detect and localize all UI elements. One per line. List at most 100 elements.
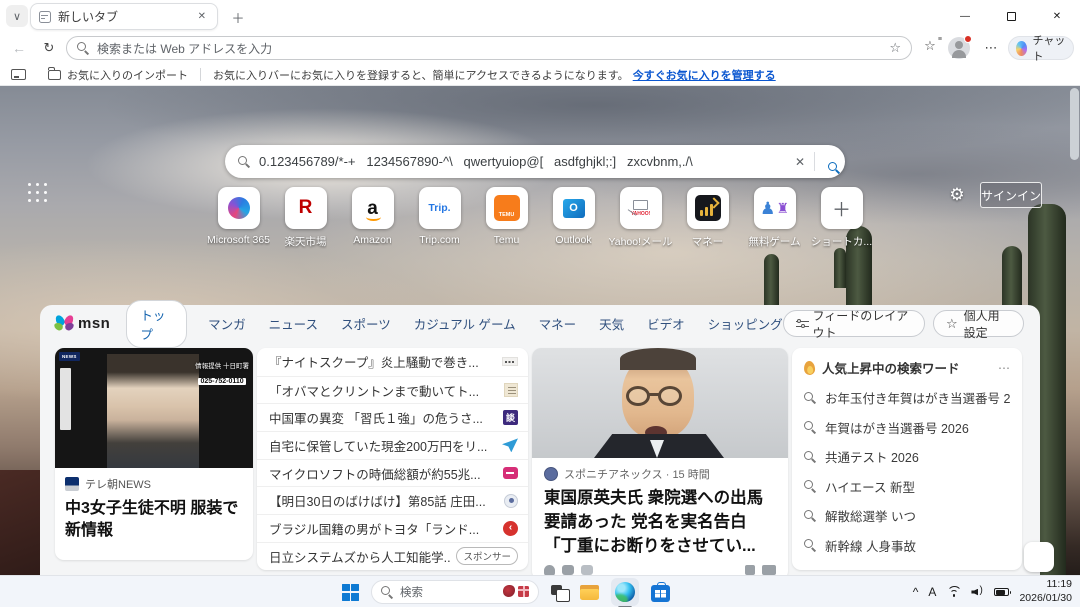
tab-close-button[interactable]: ✕ (195, 9, 209, 24)
copilot-chat-button[interactable]: チャット (1008, 36, 1074, 60)
list-item[interactable]: 自宅に保管していた現金200万円をリ... (257, 431, 528, 459)
trending-item[interactable]: 解散総選挙 いつ (792, 501, 1022, 531)
share-icon[interactable] (762, 565, 776, 575)
list-item[interactable]: 【明日30日のばけばけ】第85話 庄田... (257, 486, 528, 514)
tab-top[interactable]: トップ (126, 300, 187, 348)
volume-icon[interactable] (971, 587, 984, 598)
microsoft-store-button[interactable] (651, 585, 670, 602)
taskbar-search-box[interactable]: 検索 (371, 580, 539, 604)
chevron-down-icon: ∨ (13, 10, 21, 23)
news-card-center[interactable]: スポニチアネックス · 15 時間 東国原英夫氏 衆院選への出馬要請あった 党名… (532, 348, 788, 575)
add-favorite-icon[interactable]: ☆ (889, 40, 901, 56)
list-item[interactable]: ブラジル国籍の男がトヨタ「ランド... ‹ (257, 514, 528, 542)
search-icon (77, 42, 89, 54)
feed-layout-label: フィードのレイアウト (812, 307, 911, 341)
page-corner-button[interactable] (1024, 542, 1054, 572)
page-layout-grid-button[interactable] (28, 183, 48, 203)
file-explorer-button[interactable] (580, 585, 599, 600)
scrollbar-thumb[interactable] (1070, 88, 1079, 160)
trending-item[interactable]: 年賀はがき当選番号 2026 (792, 413, 1022, 443)
headline[interactable]: 中3女子生徒不明 服装で新情報 (55, 496, 253, 545)
tab-manga[interactable]: マンガ (208, 314, 246, 333)
web-search-box[interactable]: 0.123456789/*-+ 1234567890-^\ qwertyuiop… (225, 145, 845, 178)
tab-actions-menu-button[interactable]: ∨ (6, 5, 28, 27)
clear-search-button[interactable]: ✕ (786, 155, 814, 169)
favorites-bar: お気に入りのインポート お気に入りバーにお気に入りを登録すると、簡単にアクセスで… (0, 64, 1080, 86)
tab-news[interactable]: ニュース (269, 314, 318, 333)
photo-caption-box (60, 368, 71, 430)
clock-date: 2026/01/30 (1019, 592, 1072, 606)
headline[interactable]: 東国原英夫氏 衆院選への出馬要請あった 党名を実名告白「丁重にお断りをさせてい.… (532, 485, 788, 561)
profile-avatar-button[interactable] (948, 37, 970, 59)
tab-shopping[interactable]: ショッピング (708, 314, 783, 333)
taskbar-clock[interactable]: 11:19 2026/01/30 (1019, 578, 1072, 605)
trending-item[interactable]: 新幹線 人身事故 (792, 531, 1022, 561)
quick-link-outlook[interactable]: O Outlook (540, 187, 607, 249)
page-settings-button[interactable]: ⚙ (944, 182, 970, 208)
edge-browser-button[interactable] (611, 578, 639, 606)
address-bar[interactable]: 検索または Web アドレスを入力 ☆ (66, 36, 912, 60)
copilot-icon (1016, 41, 1027, 56)
maximize-button[interactable] (988, 0, 1034, 32)
import-favorites-button[interactable]: お気に入りのインポート (48, 67, 188, 83)
refresh-button[interactable]: ↻ (38, 37, 60, 59)
maximize-icon (1007, 12, 1016, 21)
tab-casual-games[interactable]: カジュアル ゲーム (414, 314, 516, 333)
quick-link-label: Amazon (353, 234, 392, 246)
quick-link-temu[interactable]: TEMU Temu (473, 187, 540, 249)
trending-searches-card: 人気上昇中の検索ワード ⋯ お年玉付き年賀はがき当選番号 2... 年賀はがき当… (792, 348, 1022, 570)
msn-logo[interactable]: msn (55, 315, 110, 332)
list-item[interactable]: 中国軍の異変 「習氏１強」の危うさ... 談 (257, 403, 528, 431)
quick-link-tripcom[interactable]: Trip. Trip.com (406, 187, 473, 249)
tab-new-tab[interactable]: 新しいタブ ✕ (30, 3, 218, 30)
search-input-value[interactable]: 0.123456789/*-+ 1234567890-^\ qwertyuiop… (259, 154, 786, 169)
list-item[interactable]: 「オバマとクリントンまで動いてト... (257, 376, 528, 404)
back-button[interactable]: ← (8, 37, 30, 59)
save-icon[interactable] (745, 565, 755, 575)
list-item-sponsored[interactable]: 日立システムズから人工知能学... スポンサー (257, 542, 528, 570)
trending-item[interactable]: ハイエース 新型 (792, 472, 1022, 502)
quick-link-yahoo-mail[interactable]: YAHOO! Yahoo!メール (607, 187, 674, 249)
headline-text: 自宅に保管していた現金200万円をリ... (269, 436, 496, 455)
list-item[interactable]: マイクロソフトの時価総額が約55兆... (257, 459, 528, 487)
cactus-background (764, 254, 779, 306)
quick-link-microsoft365[interactable]: Microsoft 365 (205, 187, 272, 249)
thumbs-up-icon[interactable] (544, 565, 555, 576)
wifi-icon[interactable] (946, 586, 961, 598)
plus-icon: ＋ (832, 195, 851, 222)
search-icon (238, 156, 250, 168)
sign-in-button[interactable]: サインイン (980, 182, 1042, 208)
quick-link-money[interactable]: マネー (674, 187, 741, 249)
tab-sports[interactable]: スポーツ (341, 314, 391, 333)
ime-mode-indicator[interactable]: A (928, 585, 936, 599)
list-item[interactable]: 『ナイトスクープ』炎上騒動で巻き... (257, 348, 528, 376)
new-tab-button[interactable]: ＋ (228, 7, 248, 27)
reading-list-icon[interactable] (11, 69, 26, 80)
tray-overflow-chevron[interactable]: ^ (913, 585, 919, 599)
trending-item[interactable]: 共通テスト 2026 (792, 442, 1022, 472)
reaction-icon[interactable] (581, 565, 593, 575)
start-button[interactable] (342, 584, 359, 601)
tab-money[interactable]: マネー (539, 314, 577, 333)
quick-link-rakuten[interactable]: R 楽天市場 (272, 187, 339, 249)
more-icon[interactable]: ⋯ (998, 361, 1010, 375)
quick-link-free-games[interactable]: ♟ ♜ 無料ゲーム (741, 187, 808, 249)
quick-link-add-shortcut[interactable]: ＋ ショートカ... (808, 187, 875, 249)
manage-favorites-link[interactable]: 今すぐお気に入りを管理する (633, 67, 776, 83)
quick-link-amazon[interactable]: a Amazon (339, 187, 406, 249)
battery-icon[interactable] (994, 588, 1009, 596)
favorites-hub-button[interactable]: ☆≡ (920, 38, 940, 58)
tab-video[interactable]: ビデオ (647, 314, 685, 333)
comment-icon[interactable] (562, 565, 574, 575)
feed-layout-button[interactable]: フィードのレイアウト (783, 310, 925, 337)
task-view-button[interactable] (551, 585, 568, 600)
reactions-row[interactable] (544, 562, 776, 575)
minimize-button[interactable]: — (942, 0, 988, 32)
settings-more-button[interactable]: ⋯ (980, 37, 1002, 59)
trending-item[interactable]: お年玉付き年賀はがき当選番号 2... (792, 383, 1022, 413)
close-window-button[interactable]: ✕ (1034, 0, 1080, 32)
trending-title: 人気上昇中の検索ワード (822, 358, 991, 377)
news-card-left[interactable]: NEWS 情報提供 十日町署 025-752-0110 テレ朝NEWS 中3女子… (55, 348, 253, 560)
tab-weather[interactable]: 天気 (599, 314, 624, 333)
personalize-button[interactable]: ☆ 個人用設定 (933, 310, 1024, 337)
